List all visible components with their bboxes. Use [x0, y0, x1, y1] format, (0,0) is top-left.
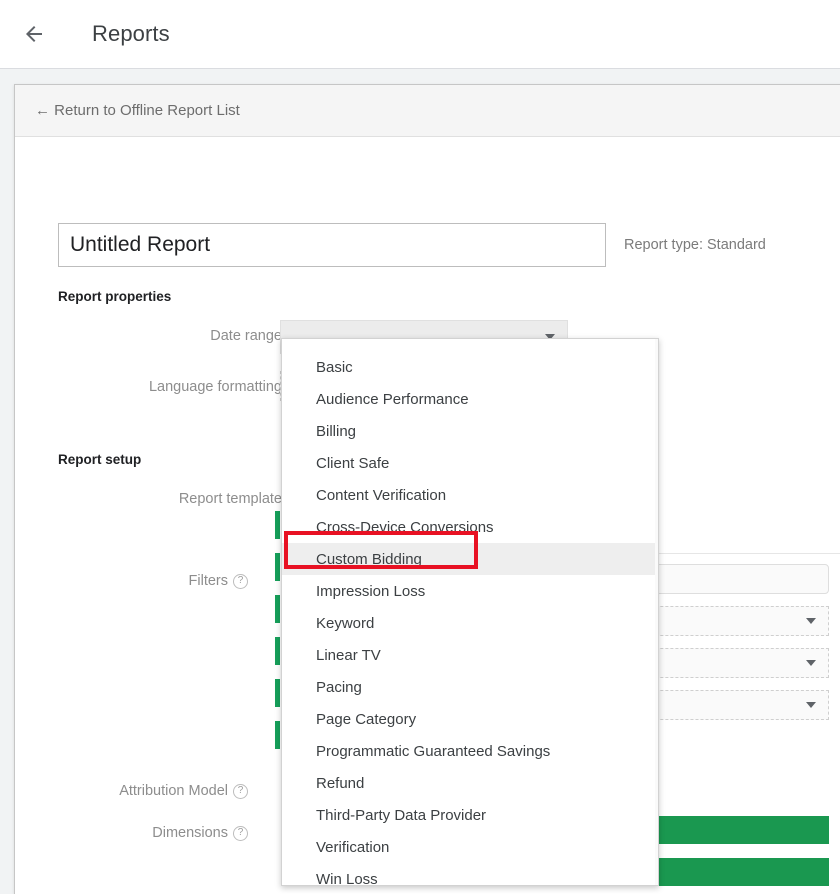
- report-setup-heading: Report setup: [58, 452, 142, 467]
- chevron-down-icon: [806, 660, 816, 666]
- report-template-label-text: Report template: [178, 491, 282, 507]
- dimensions-label: Dimensions ?: [58, 823, 248, 843]
- dimensions-label-text: Dimensions: [152, 825, 228, 841]
- menu-item-third-party-data-provider[interactable]: Third-Party Data Provider: [282, 799, 658, 831]
- menu-item-verification[interactable]: Verification: [282, 831, 658, 863]
- app-root: Reports ← Return to Offline Report List …: [0, 0, 840, 894]
- green-accent-sliver: [275, 553, 280, 581]
- menu-item-label: Pacing: [316, 678, 362, 696]
- report-title-row: Report type: Standard: [58, 223, 766, 267]
- app-bar: Reports: [0, 0, 840, 68]
- menu-item-content-verification[interactable]: Content Verification: [282, 479, 658, 511]
- attribution-model-label: Attribution Model ?: [58, 781, 248, 801]
- chevron-down-icon: [806, 702, 816, 708]
- menu-item-label: Client Safe: [316, 454, 390, 472]
- help-icon[interactable]: ?: [233, 825, 248, 841]
- chevron-down-icon: [806, 618, 816, 624]
- report-title-input[interactable]: [58, 223, 606, 267]
- help-icon[interactable]: ?: [233, 783, 248, 799]
- menu-item-billing[interactable]: Billing: [282, 415, 658, 447]
- menu-item-win-loss[interactable]: Win Loss: [282, 863, 658, 886]
- menu-item-label: Programmatic Guaranteed Savings: [316, 742, 551, 760]
- report-template-label: Report template: [58, 489, 282, 509]
- menu-item-custom-bidding[interactable]: Custom Bidding: [282, 543, 658, 575]
- date-range-label: Date range: [58, 326, 282, 346]
- menu-item-refund[interactable]: Refund: [282, 767, 658, 799]
- menu-item-label: Content Verification: [316, 486, 447, 504]
- menu-item-label: Page Category: [316, 710, 417, 728]
- filters-label-text: Filters: [188, 573, 228, 589]
- menu-item-label: Third-Party Data Provider: [316, 806, 487, 824]
- menu-item-pacing[interactable]: Pacing: [282, 671, 658, 703]
- attribution-model-label-text: Attribution Model: [119, 783, 228, 799]
- menu-item-keyword[interactable]: Keyword: [282, 607, 658, 639]
- menu-item-label: Keyword: [316, 614, 375, 632]
- green-accent-sliver: [275, 511, 280, 539]
- menu-item-label: Linear TV: [316, 646, 381, 664]
- menu-item-label: Audience Performance: [316, 390, 469, 408]
- back-button[interactable]: [14, 14, 54, 54]
- green-accent-sliver: [275, 721, 280, 749]
- page-title: Reports: [92, 21, 170, 46]
- card-header: ← Return to Offline Report List: [15, 85, 840, 137]
- menu-item-cross-device-conversions[interactable]: Cross-Device Conversions: [282, 511, 658, 543]
- menu-item-label: Impression Loss: [316, 582, 426, 600]
- menu-scrollbar[interactable]: [655, 339, 658, 885]
- green-accent-sliver: [275, 595, 280, 623]
- report-type-label: Report type: Standard: [624, 237, 766, 253]
- menu-item-label: Custom Bidding: [316, 550, 422, 568]
- menu-item-page-category[interactable]: Page Category: [282, 703, 658, 735]
- return-to-offline-report-list-link[interactable]: ← Return to Offline Report List: [35, 102, 240, 119]
- menu-item-audience-performance[interactable]: Audience Performance: [282, 383, 658, 415]
- date-range-label-text: Date range: [210, 328, 282, 344]
- report-properties-heading: Report properties: [58, 289, 172, 304]
- menu-item-label: Verification: [316, 838, 390, 856]
- menu-item-linear-tv[interactable]: Linear TV: [282, 639, 658, 671]
- menu-item-label: Refund: [316, 774, 365, 792]
- menu-item-basic[interactable]: Basic: [282, 351, 658, 383]
- green-accent-sliver: [275, 637, 280, 665]
- menu-item-impression-loss[interactable]: Impression Loss: [282, 575, 658, 607]
- menu-item-label: Basic: [316, 358, 353, 376]
- menu-item-programmatic-guaranteed-savings[interactable]: Programmatic Guaranteed Savings: [282, 735, 658, 767]
- menu-item-client-safe[interactable]: Client Safe: [282, 447, 658, 479]
- green-accent-sliver: [275, 679, 280, 707]
- menu-item-label: Billing: [316, 422, 357, 440]
- menu-item-label: Win Loss: [316, 870, 378, 886]
- arrow-left-icon: [22, 22, 46, 46]
- language-formatting-label-text: Language formatting: [148, 379, 282, 395]
- filters-label: Filters ?: [58, 571, 248, 591]
- report-template-dropdown-menu[interactable]: Basic Audience Performance Billing Client S…: [281, 338, 659, 886]
- menu-item-label: Cross-Device Conversions: [316, 518, 494, 536]
- help-icon[interactable]: ?: [233, 573, 248, 589]
- language-formatting-label: Language formatting: [58, 377, 282, 397]
